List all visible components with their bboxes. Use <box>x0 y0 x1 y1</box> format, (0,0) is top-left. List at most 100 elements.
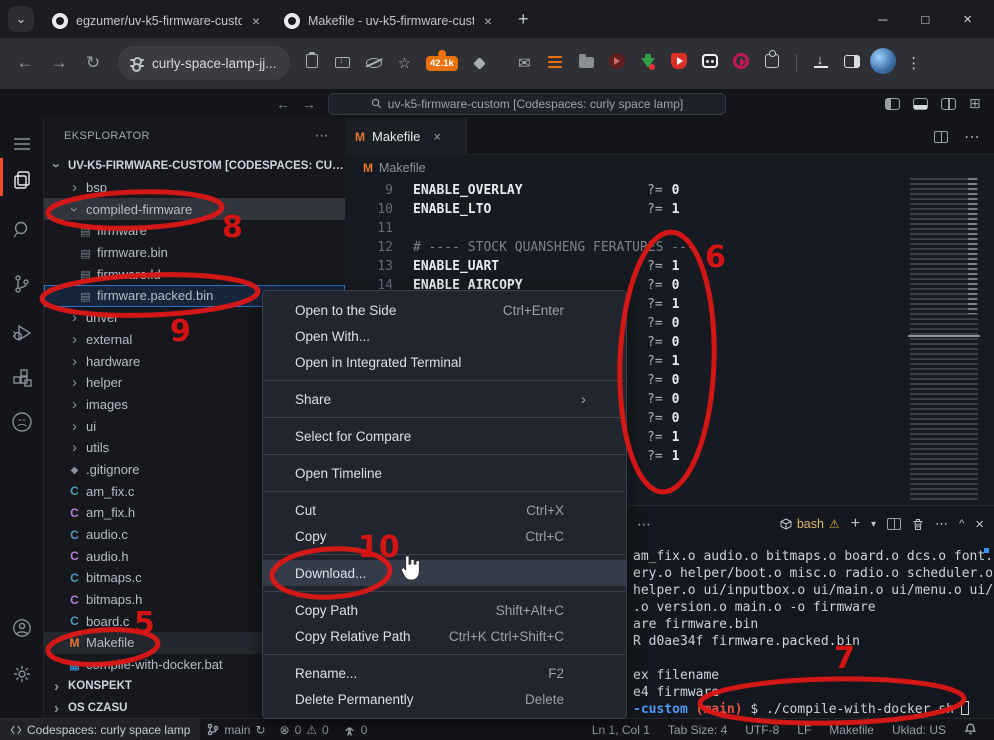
terminal-more-icon[interactable]: ⋯ <box>935 516 948 532</box>
terminal-output[interactable]: am_fix.o audio.o bitmaps.o board.o dcs.o… <box>633 548 992 718</box>
command-center[interactable]: uv-k5-firmware-custom [Codespaces: curly… <box>328 93 726 115</box>
search-view-icon[interactable] <box>0 210 44 250</box>
back-button[interactable]: ← <box>8 53 42 73</box>
context-menu-item[interactable]: Rename... F2 <box>263 660 626 686</box>
split-terminal-icon[interactable] <box>887 518 901 530</box>
editor-more-icon[interactable]: ⋯ <box>964 127 980 147</box>
media-extension-icon[interactable] <box>726 53 757 73</box>
editor-tab-close-icon[interactable]: × <box>433 129 441 144</box>
context-menu-item[interactable] <box>264 591 625 592</box>
terminal-dropdown-icon[interactable]: ▾ <box>871 519 876 530</box>
downloads-icon[interactable] <box>805 55 836 72</box>
new-terminal-icon[interactable]: + <box>851 515 860 533</box>
tab-close-icon[interactable]: × <box>250 13 262 29</box>
terminal-prompt[interactable]: -custom (main) $ ./compile-with-docker.s… <box>633 701 992 718</box>
notifications-bell[interactable] <box>957 719 984 740</box>
terminal-shell-tab[interactable]: bash ⚠ <box>780 517 840 531</box>
forward-button[interactable]: → <box>42 53 76 73</box>
source-control-icon[interactable] <box>0 264 44 304</box>
browser-menu-icon[interactable]: ⋮ <box>898 54 929 72</box>
branch-indicator[interactable]: main ↻ <box>200 719 272 740</box>
tree-item[interactable]: bsp <box>44 177 345 199</box>
split-editor-icon[interactable] <box>934 131 948 143</box>
extension-badge[interactable]: 42.1k <box>426 56 458 71</box>
robot-extension-icon[interactable] <box>695 54 726 72</box>
context-menu-item[interactable]: Delete Permanently Delete <box>263 686 626 712</box>
cursor-position[interactable]: Ln 1, Col 1 <box>585 719 657 740</box>
eol-indicator[interactable]: LF <box>790 719 818 740</box>
context-menu-item[interactable]: Copy Ctrl+C <box>263 523 626 549</box>
context-menu-item[interactable]: Copy Path Shift+Alt+C <box>263 597 626 623</box>
profile-avatar[interactable] <box>867 48 898 78</box>
browser-tab[interactable]: egzumer/uv-k5-firmware-custo × <box>40 4 272 38</box>
breadcrumb-item[interactable]: Makefile <box>379 161 426 175</box>
window-maximize-button[interactable]: □ <box>921 12 929 27</box>
account-icon[interactable] <box>0 608 44 648</box>
minimap[interactable] <box>910 178 978 501</box>
context-menu-item[interactable]: Open Timeline <box>263 460 626 486</box>
adblock-extension-icon[interactable] <box>664 53 695 73</box>
spark-icon[interactable] <box>464 55 495 72</box>
panel-more-icon[interactable]: ⋯ <box>637 516 652 533</box>
context-menu-item[interactable] <box>264 654 625 655</box>
language-indicator[interactable]: Makefile <box>822 719 881 740</box>
context-menu-item[interactable] <box>264 380 625 381</box>
mail-extension-icon[interactable]: ✉ <box>509 54 540 72</box>
record-extension-icon[interactable] <box>602 53 633 73</box>
toggle-sidebar-icon[interactable] <box>885 98 900 110</box>
run-debug-icon[interactable] <box>0 313 44 353</box>
window-close-button[interactable]: × <box>963 11 972 28</box>
window-minimize-button[interactable]: ─ <box>878 12 887 27</box>
site-info-icon[interactable] <box>130 57 144 69</box>
context-menu-item[interactable] <box>264 491 625 492</box>
tab-size-indicator[interactable]: Tab Size: 4 <box>661 719 734 740</box>
tab-close-icon[interactable]: × <box>482 13 494 29</box>
side-panel-icon[interactable] <box>836 55 867 72</box>
tree-item[interactable]: compiled-firmware <box>44 198 345 220</box>
bookmark-star-icon[interactable]: ☆ <box>389 54 420 72</box>
remote-indicator[interactable]: Codespaces: curly space lamp <box>0 719 200 740</box>
video-download-extension-icon[interactable] <box>633 55 664 72</box>
context-menu-item[interactable]: Open in Integrated Terminal <box>263 349 626 375</box>
ports-indicator[interactable]: 0 <box>336 719 375 740</box>
tree-item[interactable]: UV-K5-FIRMWARE-CUSTOM [CODESPACES: CURLY… <box>44 155 345 177</box>
close-panel-icon[interactable]: × <box>975 516 984 533</box>
cast-icon[interactable] <box>327 55 358 72</box>
clipboard-icon[interactable] <box>296 54 327 72</box>
context-menu-item[interactable]: Open With... <box>263 323 626 349</box>
context-menu-item[interactable]: Copy Relative Path Ctrl+K Ctrl+Shift+C <box>263 623 626 649</box>
list-extension-icon[interactable] <box>540 55 571 72</box>
context-menu-item[interactable]: Download... <box>263 560 626 586</box>
toggle-panel-icon[interactable] <box>913 98 928 110</box>
context-menu-item[interactable]: Open to the Side Ctrl+Enter <box>263 297 626 323</box>
browser-tab[interactable]: Makefile - uv-k5-firmware-cust × <box>272 4 504 38</box>
address-text[interactable]: curly-space-lamp-jj... <box>152 56 277 71</box>
folder-extension-icon[interactable] <box>571 55 602 72</box>
context-menu-item[interactable] <box>264 454 625 455</box>
kill-terminal-trash-icon[interactable] <box>912 518 924 531</box>
sync-icon[interactable]: ↻ <box>255 723 265 737</box>
eye-off-icon[interactable] <box>358 55 389 72</box>
explorer-icon[interactable] <box>0 160 44 200</box>
explorer-more-icon[interactable]: ⋯ <box>315 127 329 144</box>
context-menu-item[interactable] <box>264 417 625 418</box>
menu-icon[interactable] <box>0 124 44 164</box>
tree-item[interactable]: firmware <box>44 220 345 242</box>
editor-tab-makefile[interactable]: M Makefile × <box>345 118 467 155</box>
tree-item[interactable]: firmware.bin <box>44 242 345 264</box>
context-menu-item[interactable]: Select for Compare <box>263 423 626 449</box>
address-bar[interactable]: curly-space-lamp-jj... <box>118 46 290 80</box>
extensions-view-icon[interactable] <box>0 358 44 398</box>
new-tab-button[interactable]: + <box>518 9 529 30</box>
tab-search-button[interactable]: ⌄ <box>8 6 34 32</box>
encoding-indicator[interactable]: UTF-8 <box>738 719 786 740</box>
customize-layout-icon[interactable] <box>969 98 984 110</box>
tree-item[interactable]: firmware.ld <box>44 263 345 285</box>
keyboard-layout-indicator[interactable]: Układ: US <box>885 719 953 740</box>
history-forward-icon[interactable]: → <box>296 96 322 112</box>
github-view-icon[interactable] <box>0 402 44 442</box>
context-menu-item[interactable]: Share › <box>263 386 626 412</box>
problems-indicator[interactable]: ⊗ 0 ⚠ 0 <box>273 719 336 740</box>
extensions-puzzle-icon[interactable] <box>757 54 788 72</box>
context-menu-item[interactable] <box>264 554 625 555</box>
